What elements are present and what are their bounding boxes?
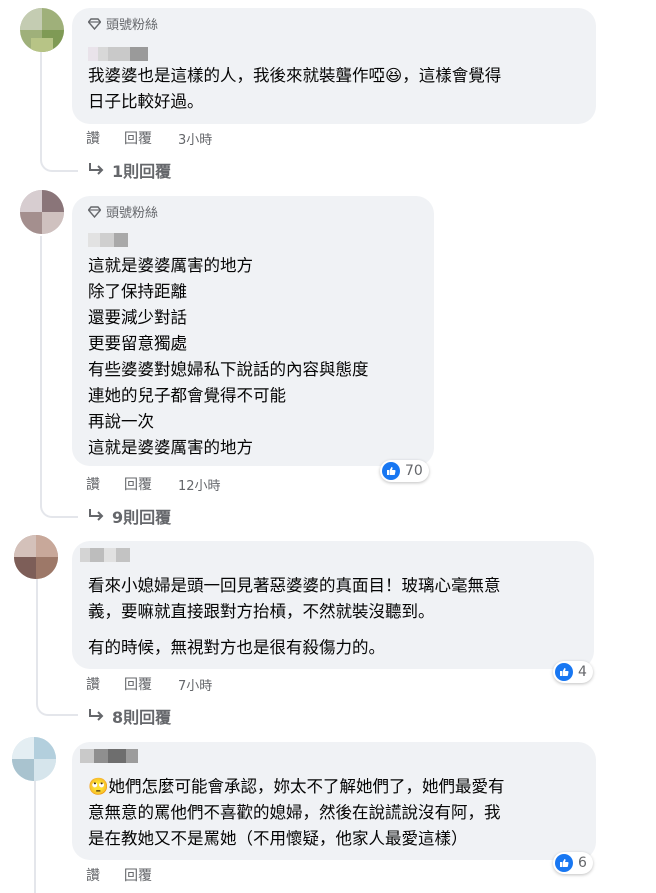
thread-line	[40, 496, 78, 518]
reaction-summary[interactable]: 4	[553, 661, 593, 683]
avatar[interactable]	[20, 190, 64, 234]
comment-bubble: 頭號粉絲 這就是婆婆厲害的地方 除了保持距離 還要減少對話 更要留意獨處 有些婆…	[72, 196, 434, 466]
reaction-summary[interactable]: 70	[380, 460, 429, 482]
reply-button[interactable]: 回覆	[124, 474, 152, 494]
avatar[interactable]	[14, 535, 58, 579]
diamond-icon	[88, 205, 101, 218]
thread-line	[36, 579, 38, 699]
timestamp[interactable]: 12小時	[178, 475, 221, 494]
reply-button[interactable]: 回覆	[124, 674, 152, 694]
reply-button[interactable]: 回覆	[124, 865, 152, 885]
like-button[interactable]: 讚	[86, 674, 100, 694]
reaction-summary[interactable]: 6	[553, 852, 593, 874]
view-replies-link[interactable]: 1則回覆	[88, 158, 171, 182]
reaction-count: 6	[578, 855, 587, 871]
comment-bubble: 🙄她們怎麼可能會承認，妳太不了解她們了，她們最愛有 意無意的罵他們不喜歡的媳婦，…	[72, 742, 596, 860]
reply-button[interactable]: 回覆	[124, 128, 152, 148]
commenter-name[interactable]	[80, 748, 138, 763]
view-replies-link[interactable]: 9則回覆	[88, 504, 171, 528]
badge-label: 頭號粉絲	[106, 18, 159, 33]
like-button[interactable]: 讚	[86, 128, 100, 148]
like-button[interactable]: 讚	[86, 865, 100, 885]
badge-label: 頭號粉絲	[106, 206, 159, 221]
commenter-name[interactable]	[88, 232, 128, 247]
thread-line	[40, 236, 42, 500]
view-replies-link[interactable]: 8則回覆	[88, 704, 171, 728]
commenter-name[interactable]	[80, 547, 130, 562]
comment-text: 🙄她們怎麼可能會承認，妳太不了解她們了，她們最愛有 意無意的罵他們不喜歡的媳婦，…	[88, 777, 505, 848]
like-button[interactable]: 讚	[86, 474, 100, 494]
thread-line	[36, 694, 78, 716]
timestamp[interactable]: 7小時	[178, 675, 212, 694]
reaction-count: 70	[405, 463, 423, 479]
top-fan-badge: 頭號粉絲	[88, 202, 158, 221]
timestamp[interactable]: 3小時	[178, 129, 212, 148]
top-fan-badge: 頭號粉絲	[88, 14, 158, 33]
avatar[interactable]	[20, 8, 64, 52]
comment-bubble: 頭號粉絲 我婆婆也是這樣的人，我後來就裝聾作啞😆，這樣會覺得 日子比較好過。	[72, 8, 596, 124]
reply-arrow-icon	[89, 509, 104, 521]
thread-line	[40, 52, 42, 154]
commenter-name[interactable]	[88, 46, 148, 61]
thread-line	[40, 150, 78, 172]
comment-text: 這就是婆婆厲害的地方 除了保持距離 還要減少對話 更要留意獨處 有些婆婆對媳婦私…	[88, 256, 369, 457]
comment-text: 有的時候，無視對方也是很有殺傷力的。	[88, 638, 385, 657]
like-icon	[382, 462, 400, 480]
reply-arrow-icon	[89, 709, 104, 721]
comment-bubble: 看來小媳婦是頭一回見著惡婆婆的真面目！玻璃心毫無意 義，要嘛就直接跟對方抬槓，不…	[72, 541, 594, 669]
diamond-icon	[88, 17, 101, 30]
like-icon	[555, 663, 573, 681]
avatar[interactable]	[12, 737, 56, 781]
reaction-count: 4	[578, 664, 587, 680]
reply-arrow-icon	[89, 163, 104, 175]
like-icon	[555, 854, 573, 872]
comment-text: 我婆婆也是這樣的人，我後來就裝聾作啞😆，這樣會覺得 日子比較好過。	[88, 66, 502, 111]
thread-line	[34, 781, 36, 893]
comment-text: 看來小媳婦是頭一回見著惡婆婆的真面目！玻璃心毫無意 義，要嘛就直接跟對方抬槓，不…	[88, 576, 501, 621]
